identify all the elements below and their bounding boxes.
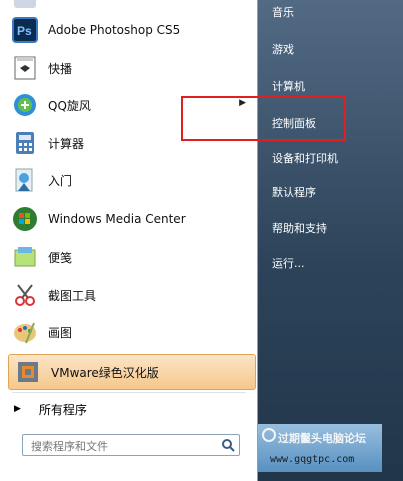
menu-item-label: 便笺 xyxy=(48,250,73,265)
menu-item-label: 计算器 xyxy=(48,136,85,151)
menu-item-label: 入门 xyxy=(48,173,73,188)
kuaibo-icon xyxy=(10,53,40,83)
menu-item-label: 快播 xyxy=(48,61,73,76)
menu-item-photoshop[interactable]: Ps Adobe Photoshop CS5 xyxy=(6,13,256,47)
right-item-games[interactable]: 游戏 xyxy=(272,37,397,61)
getting-started-icon xyxy=(10,165,40,195)
paint-icon xyxy=(10,317,40,347)
start-menu-right-pane xyxy=(258,0,403,481)
start-menu-programs-pane: Ps Adobe Photoshop CS5 快播 QQ旋风 ▶ 计算器 入门 xyxy=(0,0,258,481)
right-item-computer[interactable]: 计算机 xyxy=(272,74,397,98)
watermark-url: www.gqgtpc.com xyxy=(270,454,355,465)
right-item-devices-printers[interactable]: 设备和打印机 xyxy=(272,146,397,170)
qq-xuanfeng-icon xyxy=(10,90,40,120)
highlight-box xyxy=(181,96,346,141)
watermark-title: 过期鬣头电脑论坛 xyxy=(278,432,366,445)
triangle-right-icon: ▶ xyxy=(14,404,21,414)
right-item-help-support[interactable]: 帮助和支持 xyxy=(272,216,397,240)
watermark-logo-icon xyxy=(262,428,276,442)
menu-item-label: Windows Media Center xyxy=(48,212,186,226)
search-box[interactable] xyxy=(22,434,240,456)
menu-item-snipping-tool[interactable]: 截图工具 xyxy=(6,278,256,312)
watermark: 过期鬣头电脑论坛 www.gqgtpc.com xyxy=(258,424,382,472)
all-programs-label: 所有程序 xyxy=(38,402,87,417)
snipping-tool-icon xyxy=(10,280,40,310)
menu-item-label: VMware绿色汉化版 xyxy=(51,365,159,380)
photoshop-icon: Ps xyxy=(10,15,40,45)
right-item-default-programs[interactable]: 默认程序 xyxy=(272,180,397,204)
menu-item-paint[interactable]: 画图 xyxy=(6,315,256,349)
menu-item-vmware[interactable]: VMware绿色汉化版 xyxy=(8,354,256,390)
menu-item-label: 画图 xyxy=(48,325,73,340)
menu-item-label: QQ旋风 xyxy=(48,98,91,113)
divider xyxy=(12,392,246,393)
search-icon[interactable] xyxy=(221,438,235,452)
vmware-icon xyxy=(13,357,43,387)
scrolled-item-fragment xyxy=(14,0,36,8)
sticky-notes-icon xyxy=(10,242,40,272)
menu-item-kuaibo[interactable]: 快播 xyxy=(6,51,256,85)
calculator-icon xyxy=(10,128,40,158)
all-programs-button[interactable]: ▶ 所有程序 xyxy=(14,398,244,420)
windows-media-center-icon xyxy=(10,204,40,234)
menu-item-label: Adobe Photoshop CS5 xyxy=(48,23,181,37)
search-input[interactable] xyxy=(29,437,213,455)
menu-item-windows-media-center[interactable]: Windows Media Center xyxy=(6,202,256,236)
right-item-run[interactable]: 运行... xyxy=(272,251,397,275)
menu-item-getting-started[interactable]: 入门 xyxy=(6,163,256,197)
right-item-music[interactable]: 音乐 xyxy=(272,0,397,24)
menu-item-sticky-notes[interactable]: 便笺 xyxy=(6,240,256,274)
menu-item-label: 截图工具 xyxy=(48,288,97,303)
svg-text:Ps: Ps xyxy=(17,24,32,38)
